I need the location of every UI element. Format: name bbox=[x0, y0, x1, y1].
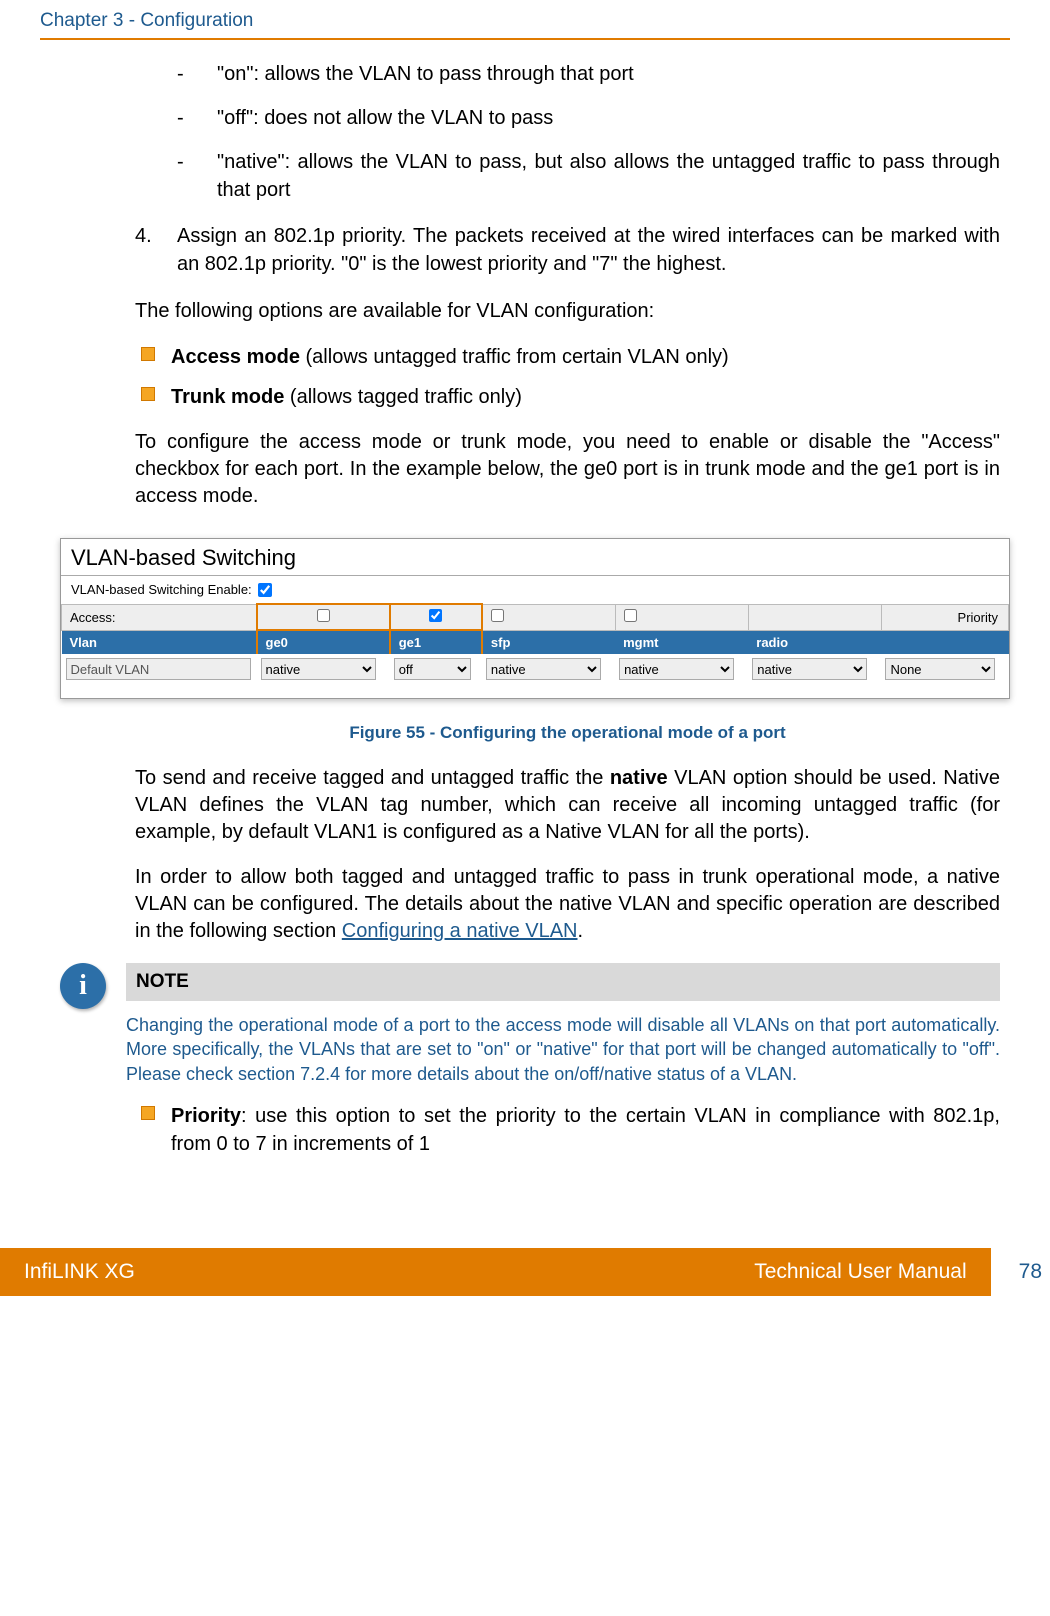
bold-label: Priority bbox=[171, 1105, 241, 1127]
square-bullet-icon bbox=[141, 347, 155, 361]
figure-vlan-switching: VLAN-based Switching VLAN-based Switchin… bbox=[60, 538, 1010, 699]
access-ge1-checkbox[interactable] bbox=[429, 609, 442, 622]
footer-right: Technical User Manual bbox=[754, 1260, 966, 1284]
footer: InfiLINK XG Technical User Manual 78 bbox=[0, 1248, 1050, 1296]
access-ge0-checkbox[interactable] bbox=[317, 609, 330, 622]
col-ge0: ge0 bbox=[257, 630, 390, 654]
list-item: "on": allows the VLAN to pass through th… bbox=[217, 60, 1000, 88]
numbered-list: 4.Assign an 802.1p priority. The packets… bbox=[135, 222, 1000, 278]
enable-checkbox[interactable] bbox=[258, 583, 272, 597]
vlan-table: Access: Priority Vlan ge0 ge1 sfp mgmt bbox=[61, 603, 1009, 684]
list-item: "native": allows the VLAN to pass, but a… bbox=[217, 148, 1000, 204]
paragraph: To send and receive tagged and untagged … bbox=[135, 765, 1000, 846]
access-row: Access: Priority bbox=[62, 604, 1009, 630]
col-mgmt: mgmt bbox=[615, 630, 748, 654]
vlan-name-input[interactable] bbox=[66, 658, 251, 680]
dash-bullet: - bbox=[177, 60, 217, 88]
note-body: Changing the operational mode of a port … bbox=[126, 1013, 1000, 1086]
page-number: 78 bbox=[991, 1248, 1050, 1296]
enable-row: VLAN-based Switching Enable: bbox=[61, 576, 1009, 603]
access-sfp-checkbox[interactable] bbox=[491, 609, 504, 622]
list-item: Priority: use this option to set the pri… bbox=[171, 1102, 1000, 1158]
access-label-cell: Access: bbox=[62, 604, 257, 630]
square-bullet-icon bbox=[141, 1106, 155, 1120]
figure-caption: Figure 55 - Configuring the operational … bbox=[135, 723, 1000, 743]
ge1-select[interactable]: off bbox=[394, 658, 471, 680]
paragraph: To configure the access mode or trunk mo… bbox=[135, 429, 1000, 510]
sfp-select[interactable]: native bbox=[486, 658, 601, 680]
text: To send and receive tagged and untagged … bbox=[135, 767, 610, 789]
footer-left: InfiLINK XG bbox=[24, 1260, 135, 1284]
enable-label: VLAN-based Switching Enable: bbox=[71, 582, 252, 597]
access-mgmt-checkbox[interactable] bbox=[624, 609, 637, 622]
header-divider bbox=[40, 38, 1010, 40]
data-row: native off native native native None bbox=[62, 654, 1009, 684]
note-title: NOTE bbox=[126, 963, 1000, 1001]
vlan-panel: VLAN-based Switching VLAN-based Switchin… bbox=[60, 538, 1010, 699]
text: (allows tagged traffic only) bbox=[284, 386, 522, 408]
text: : use this option to set the priority to… bbox=[171, 1105, 1000, 1155]
col-ge1: ge1 bbox=[390, 630, 482, 654]
list-item: Assign an 802.1p priority. The packets r… bbox=[177, 222, 1000, 278]
note-block: i NOTE Changing the operational mode of … bbox=[60, 963, 1000, 1086]
square-bullet-list: Priority: use this option to set the pri… bbox=[135, 1102, 1000, 1158]
text: . bbox=[578, 920, 584, 942]
dash-bullet: - bbox=[177, 148, 217, 204]
bold-label: Access mode bbox=[171, 346, 300, 368]
col-radio: radio bbox=[748, 630, 881, 654]
list-item: "off": does not allow the VLAN to pass bbox=[217, 104, 1000, 132]
header-row: Vlan ge0 ge1 sfp mgmt radio bbox=[62, 630, 1009, 654]
panel-title: VLAN-based Switching bbox=[61, 539, 1009, 576]
list-item: Access mode (allows untagged traffic fro… bbox=[171, 343, 1000, 371]
priority-header: Priority bbox=[881, 604, 1008, 630]
bold-label: Trunk mode bbox=[171, 386, 284, 408]
ge0-select[interactable]: native bbox=[261, 658, 376, 680]
text: (allows untagged traffic from certain VL… bbox=[300, 346, 729, 368]
link-configuring-native-vlan[interactable]: Configuring a native VLAN bbox=[342, 920, 578, 942]
priority-select[interactable]: None bbox=[885, 658, 995, 680]
bold-text: native bbox=[610, 767, 668, 789]
info-icon: i bbox=[60, 963, 106, 1009]
square-bullet-list: Access mode (allows untagged traffic fro… bbox=[135, 343, 1000, 411]
list-item: Trunk mode (allows tagged traffic only) bbox=[171, 383, 1000, 411]
radio-select[interactable]: native bbox=[752, 658, 867, 680]
paragraph: The following options are available for … bbox=[135, 298, 1000, 325]
chapter-title: Chapter 3 - Configuration bbox=[40, 10, 1010, 32]
col-vlan: Vlan bbox=[62, 630, 257, 654]
paragraph: In order to allow both tagged and untagg… bbox=[135, 864, 1000, 945]
dash-list: -"on": allows the VLAN to pass through t… bbox=[177, 60, 1000, 204]
mgmt-select[interactable]: native bbox=[619, 658, 734, 680]
list-number: 4. bbox=[135, 222, 177, 278]
square-bullet-icon bbox=[141, 387, 155, 401]
col-sfp: sfp bbox=[482, 630, 615, 654]
dash-bullet: - bbox=[177, 104, 217, 132]
